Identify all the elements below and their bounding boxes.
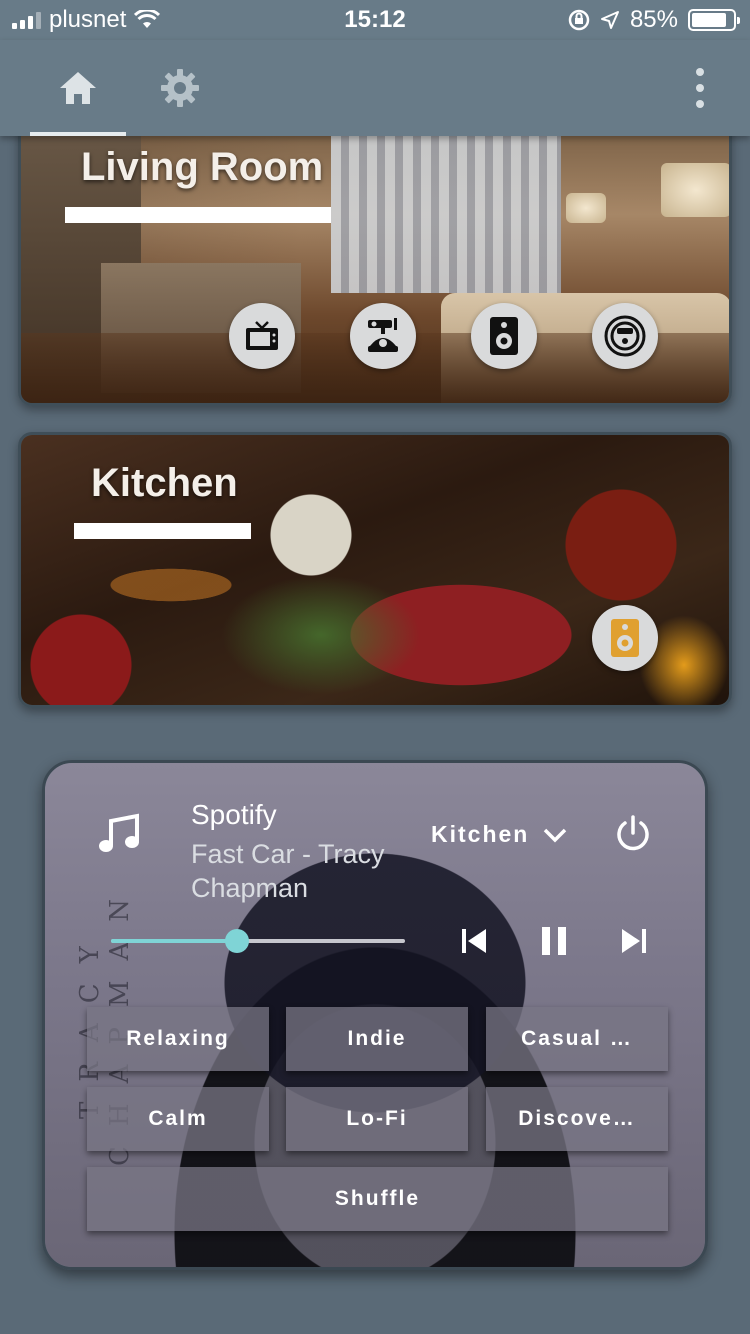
volume-slider[interactable] <box>111 929 405 953</box>
battery-icon <box>688 9 740 31</box>
app-bar <box>0 40 750 136</box>
music-note-icon <box>99 813 139 852</box>
projector-icon <box>368 318 398 352</box>
media-source: Spotify <box>191 799 277 830</box>
rotation-lock-icon <box>568 9 590 31</box>
track-title: Fast Car - Tracy Chapman <box>191 839 385 903</box>
tab-settings[interactable] <box>132 40 228 136</box>
title-underline <box>65 207 331 223</box>
shuffle-button[interactable]: Shuffle <box>87 1167 668 1231</box>
power-icon[interactable] <box>615 815 651 853</box>
home-icon <box>60 72 96 104</box>
playlist-button-lofi[interactable]: Lo-Fi <box>286 1087 468 1151</box>
speaker-button[interactable] <box>471 303 537 369</box>
status-bar: plusnet 15:12 85% <box>0 0 750 40</box>
playlist-button-calm[interactable]: Calm <box>87 1087 269 1151</box>
pause-icon <box>542 927 566 955</box>
robot-vacuum-button[interactable] <box>592 303 658 369</box>
tv-icon <box>246 321 278 350</box>
more-vert-icon[interactable] <box>690 68 710 108</box>
location-icon <box>600 11 619 29</box>
zone-label: Kitchen <box>431 821 530 847</box>
speaker-icon <box>611 619 639 657</box>
room-card-kitchen[interactable]: Kitchen <box>18 432 732 708</box>
volume-slider-fill <box>111 939 238 943</box>
pause-button[interactable] <box>541 923 567 959</box>
battery-percent: 85% <box>629 6 678 33</box>
tab-home[interactable] <box>30 40 126 136</box>
next-track-button[interactable] <box>621 923 647 959</box>
room-title: Kitchen <box>91 461 238 505</box>
playlist-button-indie[interactable]: Indie <box>286 1007 468 1071</box>
skip-next-icon <box>622 929 646 953</box>
projector-button[interactable] <box>350 303 416 369</box>
status-right-group: 85% <box>568 6 740 34</box>
speaker-icon <box>490 317 518 355</box>
skip-previous-icon <box>462 929 486 953</box>
room-title: Living Room <box>81 145 324 189</box>
previous-track-button[interactable] <box>461 923 487 959</box>
tv-button[interactable] <box>229 303 295 369</box>
gear-icon <box>161 69 199 107</box>
media-player-card: TRACY CHAPMAN Spotify Fast Car - Tracy C… <box>42 760 708 1270</box>
robot-vacuum-icon <box>604 315 646 357</box>
room-card-living-room[interactable]: Living Room <box>18 110 732 406</box>
zone-selector[interactable]: Kitchen <box>431 821 567 848</box>
title-underline <box>74 523 251 539</box>
playlist-button-casual[interactable]: Casual … <box>486 1007 668 1071</box>
speaker-button[interactable] <box>592 605 658 671</box>
playlist-button-discover[interactable]: Discove… <box>486 1087 668 1151</box>
playlist-button-relaxing[interactable]: Relaxing <box>87 1007 269 1071</box>
chevron-down-icon <box>544 828 567 842</box>
